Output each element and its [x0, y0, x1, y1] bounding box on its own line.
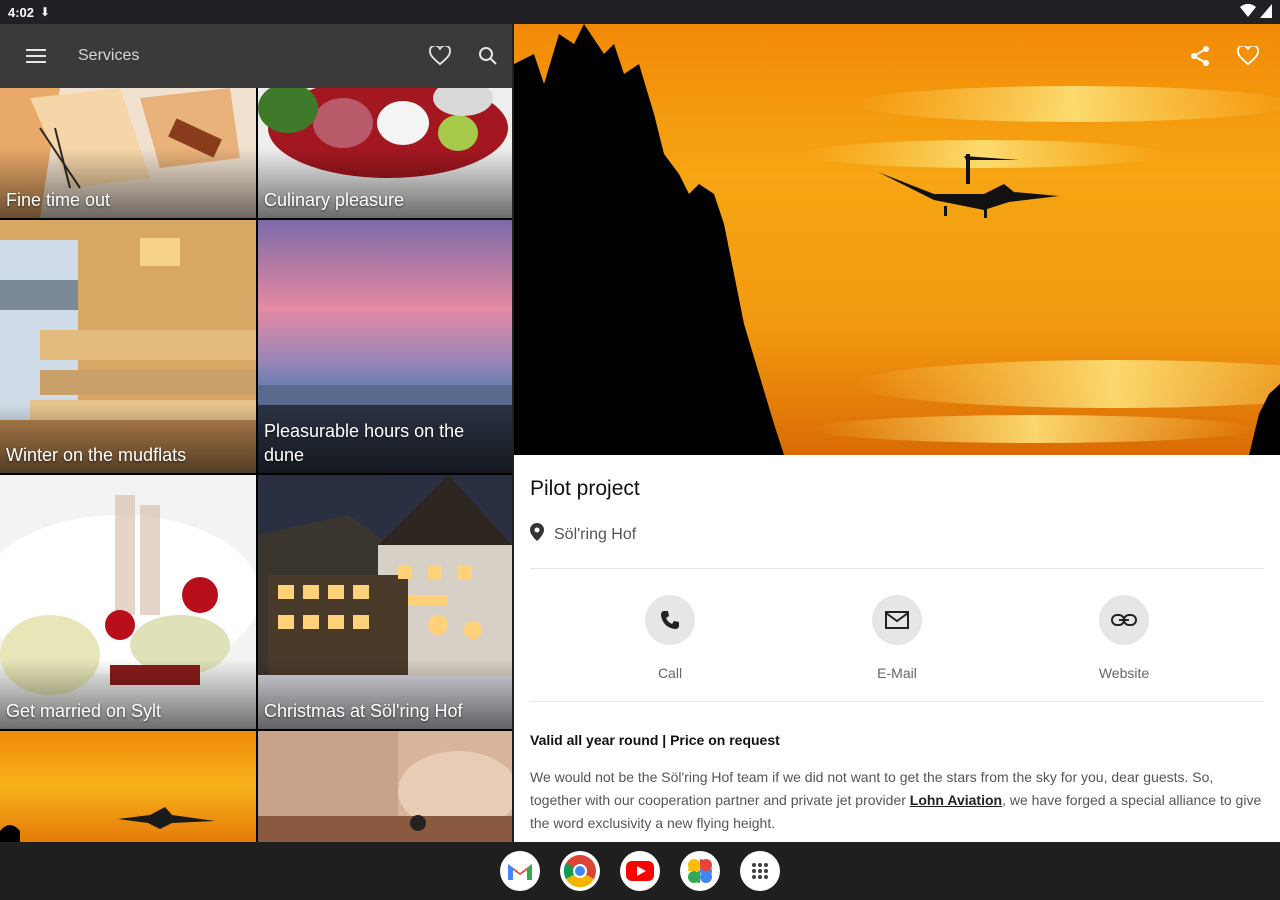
service-tile-winter-on-the-mudflats[interactable]: Winter on the mudflats — [0, 220, 256, 473]
menu-icon[interactable] — [24, 44, 48, 68]
contact-actions: Call E-Mail Website — [530, 569, 1264, 681]
divider — [530, 701, 1264, 702]
tile-label: Pleasurable hours on the dune — [264, 421, 465, 465]
taskbar — [0, 842, 1280, 900]
tile-image — [0, 731, 256, 842]
youtube-icon[interactable] — [620, 851, 660, 891]
apps-grid-icon[interactable] — [740, 851, 780, 891]
battery-icon — [1260, 3, 1272, 21]
tile-label: Culinary pleasure — [264, 190, 405, 210]
link-icon — [1099, 595, 1149, 645]
service-tile-culinary-pleasure[interactable]: Culinary pleasure — [258, 88, 512, 218]
lohn-aviation-link[interactable]: Lohn Aviation — [910, 792, 1002, 808]
service-detail-pane: Pilot project Söl'ring Hof Call E-Mail W… — [514, 24, 1280, 842]
tile-label: Winter on the mudflats — [6, 445, 187, 465]
location-pin-icon — [530, 523, 544, 546]
photos-icon[interactable] — [680, 851, 720, 891]
chrome-icon[interactable] — [560, 851, 600, 891]
tile-label: Fine time out — [6, 190, 111, 210]
mail-icon — [872, 595, 922, 645]
service-tile-get-married-on-sylt[interactable]: Get married on Sylt — [0, 475, 256, 729]
website-button[interactable]: Website — [1084, 595, 1164, 681]
email-button[interactable]: E-Mail — [857, 595, 937, 681]
service-tile-pleasurable-hours-on-the-dune[interactable]: Pleasurable hours on the dune — [258, 220, 512, 473]
service-tile-fine-time-out[interactable]: Fine time out — [0, 88, 256, 218]
tile-label: Get married on Sylt — [6, 701, 162, 721]
gmail-icon[interactable] — [500, 851, 540, 891]
email-label: E-Mail — [877, 665, 917, 681]
service-tile-pilot-project[interactable] — [0, 731, 256, 842]
website-label: Website — [1098, 665, 1150, 681]
top-app-bar: Services — [0, 24, 512, 88]
detail-content: Pilot project Söl'ring Hof Call E-Mail W… — [514, 477, 1280, 835]
description: We would not be the Söl'ring Hof team if… — [530, 766, 1264, 835]
app-title: Services — [78, 47, 140, 64]
favorites-heart-icon[interactable] — [428, 44, 452, 68]
status-time: 4:02 — [8, 4, 35, 20]
call-label: Call — [657, 665, 683, 681]
favorite-heart-icon[interactable] — [1236, 44, 1260, 68]
tile-label: Christmas at Söl'ring Hof — [264, 701, 463, 721]
download-icon: ⬇ — [40, 5, 51, 19]
validity-price: Valid all year round | Price on request — [530, 732, 780, 748]
phone-icon — [645, 595, 695, 645]
tile-image — [258, 731, 512, 842]
wifi-icon — [1240, 3, 1256, 21]
service-tile-spa[interactable] — [258, 731, 512, 842]
search-icon[interactable] — [476, 44, 500, 68]
hero-image — [514, 24, 1280, 455]
detail-title: Pilot project — [530, 477, 640, 500]
location-row: Söl'ring Hof — [530, 523, 1264, 546]
sunset-plane-image — [514, 24, 1280, 455]
services-list-pane: Services Fine time out Culinary pleasure… — [0, 24, 512, 842]
status-bar: 4:02 ⬇ — [0, 0, 1280, 24]
location-text: Söl'ring Hof — [554, 525, 637, 543]
call-button[interactable]: Call — [630, 595, 710, 681]
services-grid: Fine time out Culinary pleasure Winter o… — [0, 88, 512, 842]
service-tile-christmas-at-solring-hof[interactable]: Christmas at Söl'ring Hof — [258, 475, 512, 729]
share-icon[interactable] — [1188, 44, 1212, 68]
